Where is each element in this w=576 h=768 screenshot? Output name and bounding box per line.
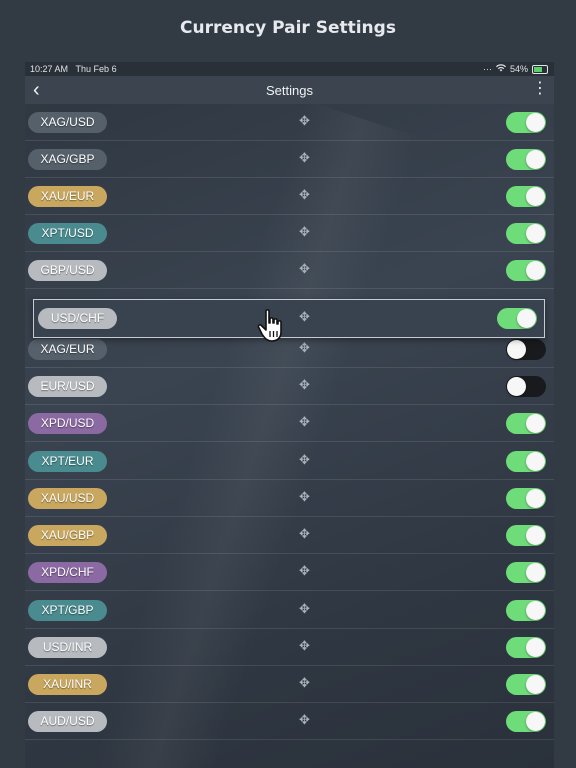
enable-toggle[interactable] <box>506 376 546 397</box>
currency-pair-pill: XPT/GBP <box>28 600 107 621</box>
page-title: Currency Pair Settings <box>180 18 396 38</box>
wifi-icon <box>495 64 506 74</box>
dragging-row[interactable]: USD/CHF ✥ <box>33 299 545 338</box>
toggle-knob <box>526 113 545 132</box>
signal-icon: ··· <box>482 64 492 74</box>
enable-toggle[interactable] <box>506 488 546 509</box>
currency-pair-row[interactable]: AUD/USD ✥ <box>25 703 554 740</box>
currency-pair-row[interactable]: XPT/USD ✥ <box>25 215 554 252</box>
currency-pair-row[interactable]: XAU/USD ✥ <box>25 480 554 517</box>
currency-pair-pill: XAU/EUR <box>28 186 107 207</box>
enable-toggle[interactable] <box>506 451 546 472</box>
toggle-knob <box>526 526 545 545</box>
currency-pair-row[interactable]: XPT/EUR ✥ <box>25 443 554 480</box>
currency-pair-row[interactable]: XAG/USD ✥ <box>25 104 554 141</box>
toggle-knob <box>526 563 545 582</box>
currency-pair-pill: XPD/CHF <box>28 562 107 583</box>
enable-toggle[interactable] <box>506 149 546 170</box>
toggle-knob <box>526 224 545 243</box>
drag-handle-icon[interactable]: ✥ <box>299 377 310 393</box>
toggle-knob <box>526 638 545 657</box>
currency-pair-pill: EUR/USD <box>28 376 107 397</box>
enable-toggle[interactable] <box>506 223 546 244</box>
currency-pair-pill: XAG/GBP <box>28 149 107 170</box>
currency-pair-row[interactable]: EUR/USD ✥ <box>25 368 554 405</box>
more-vertical-icon[interactable]: ⋮ <box>532 81 548 97</box>
drag-handle-icon[interactable]: ✥ <box>299 187 310 203</box>
currency-pair-row[interactable]: XAU/GBP ✥ <box>25 517 554 554</box>
currency-pair-pill: XAG/USD <box>28 112 107 133</box>
currency-pair-pill: AUD/USD <box>28 711 107 732</box>
currency-pair-row[interactable]: XPD/USD ✥ <box>25 405 554 442</box>
enable-toggle[interactable] <box>506 260 546 281</box>
enable-toggle[interactable] <box>506 674 546 695</box>
currency-pair-pill: USD/CHF <box>38 308 117 329</box>
enable-toggle[interactable] <box>506 711 546 732</box>
enable-toggle[interactable] <box>506 339 546 360</box>
currency-pair-pill: USD/INR <box>28 637 107 658</box>
toggle-knob <box>526 414 545 433</box>
drag-handle-icon[interactable]: ✥ <box>299 224 310 240</box>
status-clock: 10:27 AM <box>30 64 69 74</box>
enable-toggle[interactable] <box>506 525 546 546</box>
toggle-knob <box>507 340 526 359</box>
toggle-knob <box>526 150 545 169</box>
status-bar: 10:27 AM Thu Feb 6 ··· 54% <box>25 62 554 76</box>
toggle-knob <box>526 187 545 206</box>
drag-handle-icon[interactable]: ✥ <box>299 601 310 617</box>
currency-pair-row[interactable]: XAG/GBP ✥ <box>25 141 554 178</box>
hand-cursor-icon <box>257 308 287 344</box>
currency-pair-row[interactable]: XPD/CHF ✥ <box>25 554 554 591</box>
drag-handle-icon[interactable]: ✥ <box>299 452 310 468</box>
currency-pair-pill: XAU/INR <box>28 674 107 695</box>
drag-handle-icon[interactable]: ✥ <box>299 309 310 325</box>
drag-handle-icon[interactable]: ✥ <box>299 261 310 277</box>
drag-handle-icon[interactable]: ✥ <box>299 563 310 579</box>
currency-pair-row[interactable]: XAU/INR ✥ <box>25 666 554 703</box>
toggle-knob <box>526 712 545 731</box>
currency-pair-pill: XPT/EUR <box>28 451 107 472</box>
enable-toggle[interactable] <box>506 413 546 434</box>
currency-pair-pill: GBP/USD <box>28 260 107 281</box>
drag-handle-icon[interactable]: ✥ <box>299 113 310 129</box>
toggle-knob <box>526 261 545 280</box>
toggle-knob <box>517 309 536 328</box>
drag-handle-icon[interactable]: ✥ <box>299 638 310 654</box>
device-screen: 10:27 AM Thu Feb 6 ··· 54% ‹ Settings ⋮ … <box>25 62 554 768</box>
currency-pair-pill: XAU/GBP <box>28 525 107 546</box>
currency-pair-row[interactable]: GBP/USD ✥ <box>25 252 554 289</box>
enable-toggle[interactable] <box>497 308 537 329</box>
currency-pair-row[interactable]: USD/INR ✥ <box>25 629 554 666</box>
enable-toggle[interactable] <box>506 600 546 621</box>
status-right: ··· 54% <box>483 64 548 74</box>
currency-pair-row[interactable]: XPT/GBP ✥ <box>25 592 554 629</box>
drag-handle-icon[interactable]: ✥ <box>299 340 310 356</box>
currency-pair-pill: XPT/USD <box>28 223 107 244</box>
enable-toggle[interactable] <box>506 186 546 207</box>
currency-pair-row[interactable]: XAU/EUR ✥ <box>25 178 554 215</box>
toggle-knob <box>526 452 545 471</box>
enable-toggle[interactable] <box>506 562 546 583</box>
battery-icon <box>532 64 548 74</box>
drag-handle-icon[interactable]: ✥ <box>299 675 310 691</box>
nav-bar: ‹ Settings ⋮ <box>25 76 554 104</box>
currency-pair-pill: XAU/USD <box>28 488 107 509</box>
toggle-knob <box>526 601 545 620</box>
battery-percent: 54% <box>509 64 528 74</box>
nav-title: Settings <box>266 83 313 98</box>
drag-handle-icon[interactable]: ✥ <box>299 526 310 542</box>
drag-handle-icon[interactable]: ✥ <box>299 414 310 430</box>
currency-pair-pill: XPD/USD <box>28 413 107 434</box>
toggle-knob <box>526 489 545 508</box>
enable-toggle[interactable] <box>506 637 546 658</box>
status-time: 10:27 AM Thu Feb 6 <box>30 64 117 74</box>
toggle-knob <box>526 675 545 694</box>
drag-handle-icon[interactable]: ✥ <box>299 150 310 166</box>
currency-pair-pill: XAG/EUR <box>28 339 107 360</box>
enable-toggle[interactable] <box>506 112 546 133</box>
drag-handle-icon[interactable]: ✥ <box>299 489 310 505</box>
toggle-knob <box>507 377 526 396</box>
drag-handle-icon[interactable]: ✥ <box>299 712 310 728</box>
status-date: Thu Feb 6 <box>75 64 117 74</box>
